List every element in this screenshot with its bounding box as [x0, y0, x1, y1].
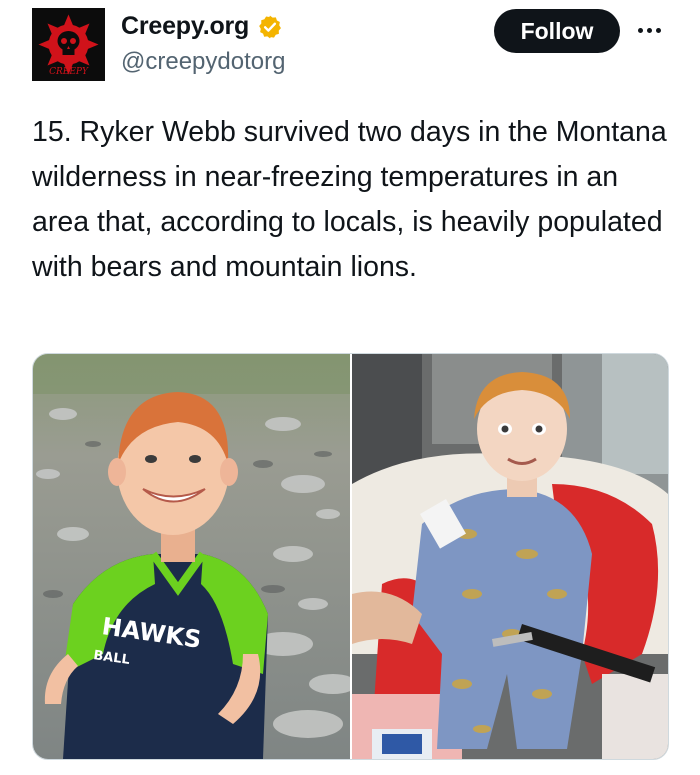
ellipsis-dot: [656, 27, 661, 33]
author-display-name[interactable]: Creepy.org: [121, 12, 249, 41]
avatar-logo-text: CREEPY: [49, 67, 89, 77]
author-name-row: Creepy.org: [121, 12, 283, 41]
ellipsis-dot: [638, 27, 643, 33]
more-options-icon[interactable]: [638, 22, 668, 38]
author-handle[interactable]: @creepydotorg: [121, 48, 285, 76]
media-grid: HAWKS BALL: [32, 353, 669, 760]
skull-gear-logo-icon: CREEPY: [32, 8, 105, 81]
photo-toddler-hospital-image: [352, 354, 668, 759]
photo-toddler-hospital[interactable]: [352, 354, 668, 759]
author-avatar[interactable]: CREEPY: [32, 8, 105, 81]
ellipsis-dot: [647, 27, 652, 33]
photo-toddler-riverbank-image: HAWKS BALL: [33, 354, 350, 759]
follow-button[interactable]: Follow: [494, 9, 620, 53]
tweet-text: 15. Ryker Webb survived two days in the …: [32, 116, 667, 283]
verified-badge-icon: [259, 15, 282, 38]
photo-toddler-riverbank[interactable]: HAWKS BALL: [33, 354, 350, 759]
